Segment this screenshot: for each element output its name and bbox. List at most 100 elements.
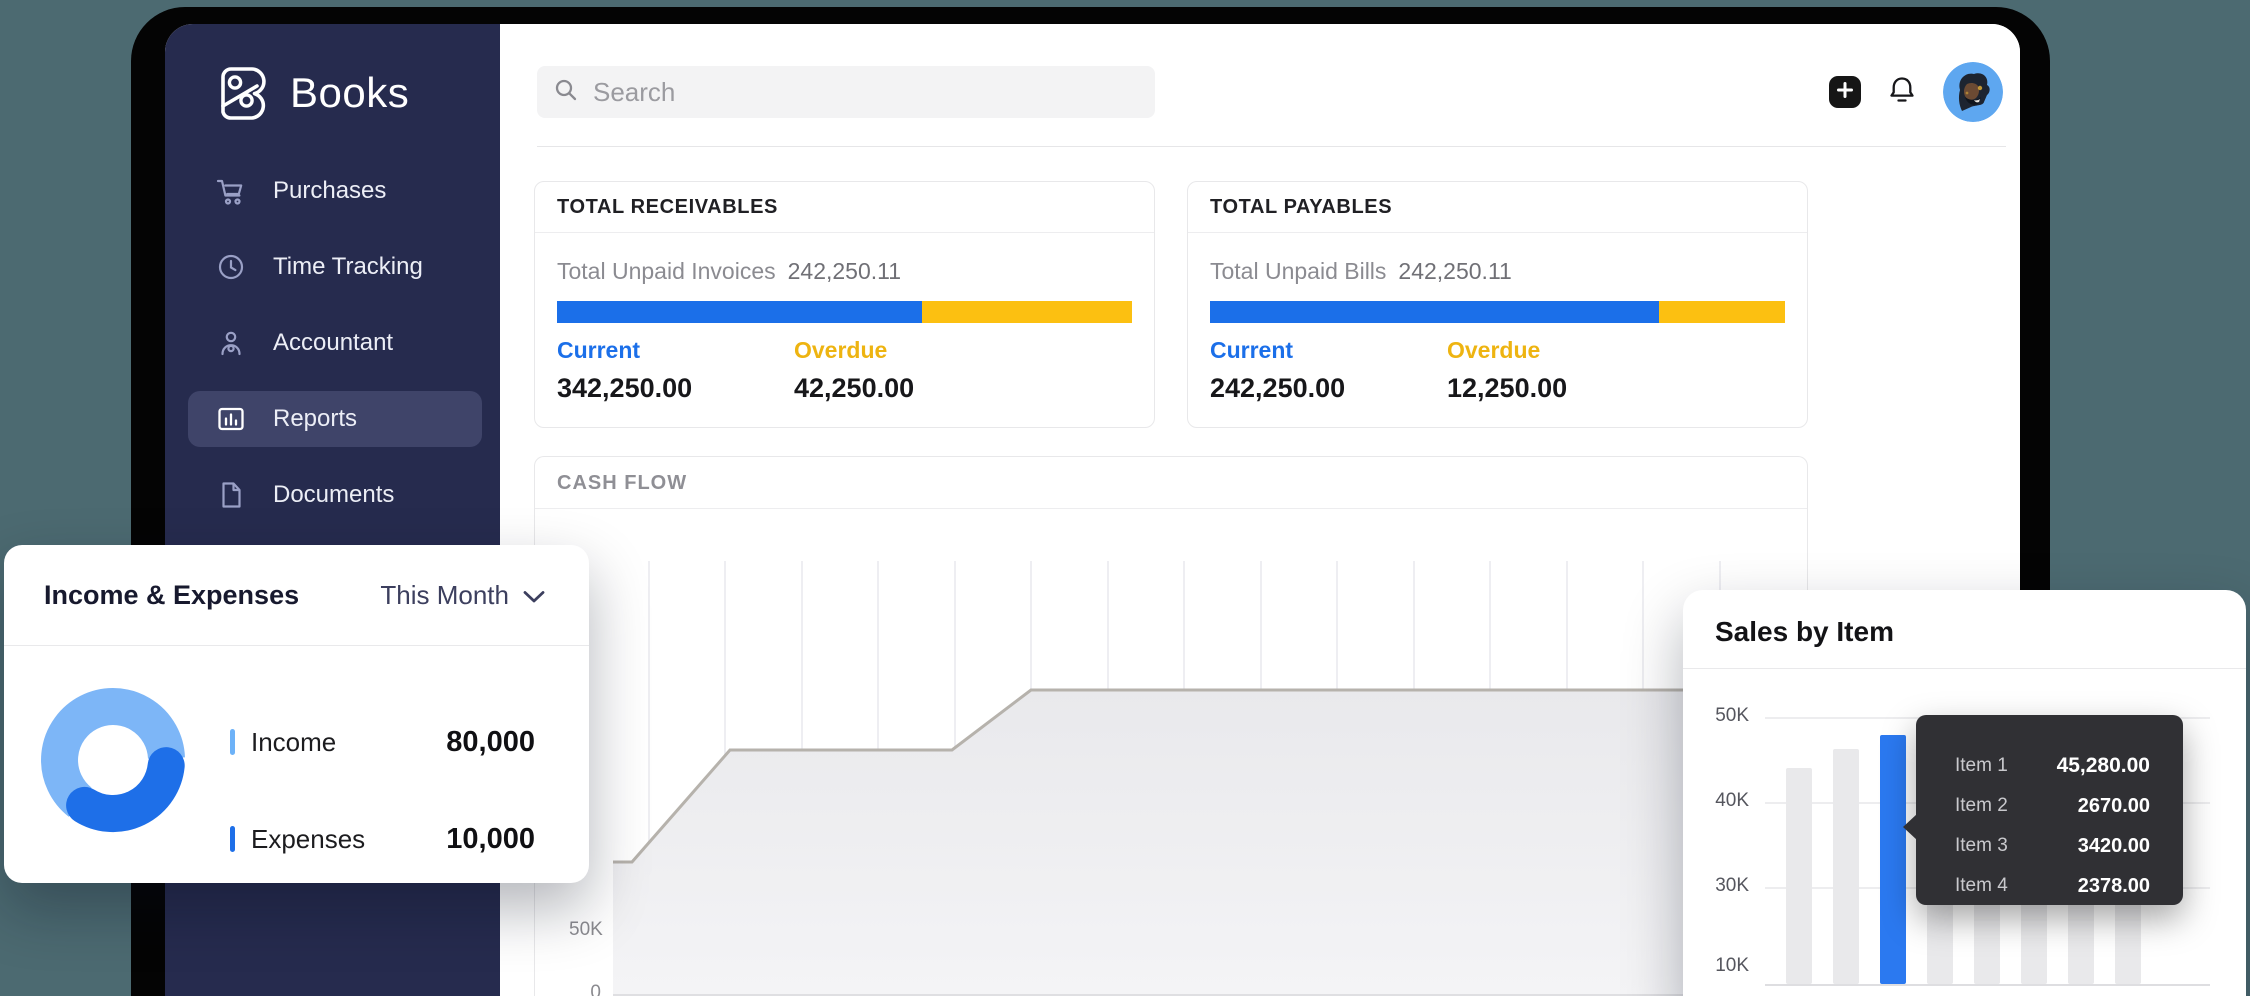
- tooltip-item-value: 2378.00: [2078, 875, 2150, 898]
- income-expenses-header: Income & Expenses This Month: [4, 545, 589, 645]
- bar-item-highlighted[interactable]: [1880, 735, 1906, 984]
- receivables-current: Current 342,250.00: [557, 337, 692, 404]
- payables-progress-bar: [1210, 301, 1785, 323]
- receivables-subtitle-label: Total Unpaid Invoices: [557, 258, 776, 285]
- sidebar-item-label: Reports: [273, 405, 357, 433]
- bar-item[interactable]: [2068, 902, 2094, 984]
- current-label: Current: [557, 337, 692, 364]
- sales-by-item-card: Sales by Item 50K 40K 30K 10K Item 1 45,…: [1683, 590, 2246, 996]
- overdue-value: 12,250.00: [1447, 373, 1567, 404]
- tooltip-item-value: 2670.00: [2078, 795, 2150, 818]
- bar-item[interactable]: [1974, 902, 2000, 984]
- sidebar-item-time-tracking[interactable]: Time Tracking: [188, 239, 482, 295]
- sales-tick-30k: 30K: [1691, 875, 1749, 897]
- bar-item[interactable]: [1786, 768, 1812, 984]
- period-selector[interactable]: This Month: [380, 580, 545, 611]
- search-input[interactable]: Search: [537, 66, 1155, 118]
- tooltip-item-label: Item 3: [1955, 835, 2008, 857]
- cart-icon: [215, 175, 247, 207]
- topbar-divider: [537, 146, 2006, 147]
- payables-subtitle: Total Unpaid Bills 242,250.11: [1210, 258, 1512, 285]
- current-value: 242,250.00: [1210, 373, 1345, 404]
- payables-title: TOTAL PAYABLES: [1188, 182, 1807, 233]
- bar-item[interactable]: [2021, 902, 2047, 984]
- bar-item[interactable]: [1927, 902, 1953, 984]
- receivables-subtitle-value: 242,250.11: [788, 258, 901, 285]
- legend-row-income: Income 80,000: [230, 725, 535, 759]
- bar-item[interactable]: [1833, 749, 1859, 984]
- payables-current: Current 242,250.00: [1210, 337, 1345, 404]
- income-expenses-donut-chart: [38, 685, 188, 835]
- sidebar-item-label: Accountant: [273, 329, 393, 357]
- expenses-legend-tick: [230, 826, 235, 852]
- page: Books Purchases: [0, 0, 2250, 996]
- cashflow-tick-0: 0: [569, 982, 601, 996]
- payables-subtitle-value: 242,250.11: [1398, 258, 1511, 285]
- current-label: Current: [1210, 337, 1345, 364]
- tooltip-row: Item 4 2378.00: [1955, 866, 2150, 906]
- bell-icon[interactable]: [1887, 74, 1917, 111]
- cash-flow-card: CASH FLOW 50K 0: [534, 456, 1808, 996]
- payables-current-segment: [1210, 301, 1659, 323]
- receivables-overdue-segment: [922, 301, 1132, 323]
- tooltip-item-label: Item 2: [1955, 795, 2008, 817]
- x-axis-line: [1765, 984, 2210, 986]
- tooltip-item-value: 45,280.00: [2057, 754, 2150, 778]
- sidebar-item-label: Purchases: [273, 177, 386, 205]
- sidebar-item-documents[interactable]: Documents: [188, 467, 482, 523]
- tooltip-item-value: 3420.00: [2078, 835, 2150, 858]
- payables-subtitle-label: Total Unpaid Bills: [1210, 258, 1386, 285]
- tooltip-item-label: Item 4: [1955, 875, 2008, 897]
- sidebar-nav: Purchases Time Tracking: [165, 163, 500, 523]
- tooltip-item-label: Item 1: [1955, 755, 2008, 777]
- income-expenses-card: Income & Expenses This Month Income 80,0…: [4, 545, 589, 883]
- total-payables-card: TOTAL PAYABLES Total Unpaid Bills 242,25…: [1187, 181, 1808, 428]
- tooltip-row: Item 2 2670.00: [1955, 786, 2150, 826]
- overdue-value: 42,250.00: [794, 373, 914, 404]
- bar-item[interactable]: [2115, 902, 2141, 984]
- topbar-actions: [1829, 60, 2003, 124]
- overdue-label: Overdue: [794, 337, 914, 364]
- accountant-icon: [215, 327, 247, 359]
- document-icon: [215, 479, 247, 511]
- legend-row-expenses: Expenses 10,000: [230, 822, 535, 856]
- receivables-title: TOTAL RECEIVABLES: [535, 182, 1154, 233]
- overdue-label: Overdue: [1447, 337, 1567, 364]
- current-value: 342,250.00: [557, 373, 692, 404]
- tooltip-row: Item 3 3420.00: [1955, 826, 2150, 866]
- app-title: Books: [290, 69, 409, 117]
- period-label: This Month: [380, 580, 509, 611]
- sales-bar-chart: 50K 40K 30K 10K Item 1 45,280.00: [1683, 668, 2246, 996]
- receivables-overdue: Overdue 42,250.00: [794, 337, 914, 404]
- chevron-down-icon: [523, 580, 545, 611]
- search-icon: [553, 77, 579, 108]
- payables-overdue-segment: [1659, 301, 1786, 323]
- clock-icon: [215, 251, 247, 283]
- income-label: Income: [251, 727, 336, 758]
- income-value: 80,000: [446, 726, 535, 759]
- sidebar-item-reports[interactable]: Reports: [188, 391, 482, 447]
- receivables-current-segment: [557, 301, 922, 323]
- expenses-value: 10,000: [446, 823, 535, 856]
- sales-tick-50k: 50K: [1691, 705, 1749, 727]
- app-logo: Books: [210, 60, 500, 126]
- receivables-progress-bar: [557, 301, 1132, 323]
- avatar[interactable]: [1943, 62, 2003, 122]
- plus-icon: [1835, 80, 1855, 105]
- receivables-subtitle: Total Unpaid Invoices 242,250.11: [557, 258, 901, 285]
- search-placeholder: Search: [593, 77, 675, 108]
- chart-tooltip: Item 1 45,280.00 Item 2 2670.00 Item 3 3…: [1916, 715, 2183, 905]
- payables-overdue: Overdue 12,250.00: [1447, 337, 1567, 404]
- sidebar-item-accountant[interactable]: Accountant: [188, 315, 482, 371]
- total-receivables-card: TOTAL RECEIVABLES Total Unpaid Invoices …: [534, 181, 1155, 428]
- cash-flow-title: CASH FLOW: [535, 457, 1807, 509]
- income-legend-tick: [230, 729, 235, 755]
- bar-chart-icon: [215, 403, 247, 435]
- expenses-label: Expenses: [251, 824, 365, 855]
- sidebar-item-purchases[interactable]: Purchases: [188, 163, 482, 219]
- sales-tick-10k: 10K: [1691, 955, 1749, 977]
- tooltip-row: Item 1 45,280.00: [1955, 746, 2150, 786]
- add-button[interactable]: [1829, 76, 1861, 108]
- sidebar-item-label: Documents: [273, 481, 394, 509]
- income-expenses-divider: [4, 645, 589, 646]
